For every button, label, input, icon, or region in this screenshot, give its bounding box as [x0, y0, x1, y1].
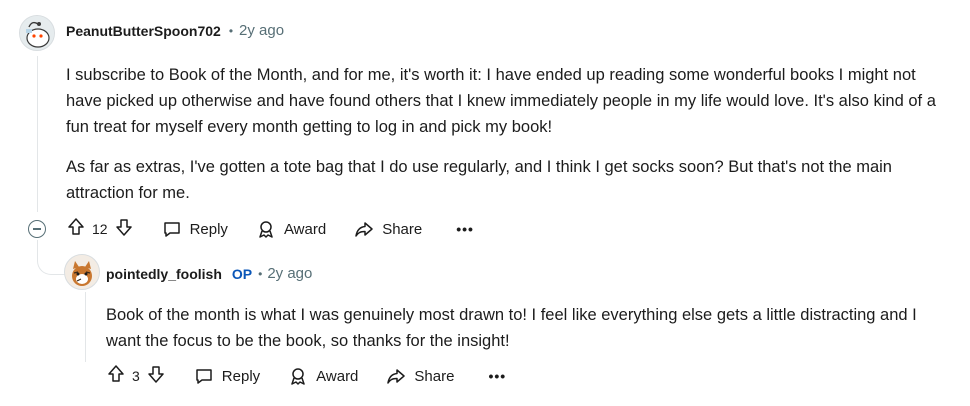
reply-timestamp[interactable]: 2y ago: [267, 265, 312, 282]
reply-award-button[interactable]: Award: [288, 366, 358, 386]
timestamp[interactable]: 2y ago: [239, 22, 284, 39]
meta-separator: •: [258, 266, 263, 281]
reply-vote-count: 3: [132, 368, 140, 384]
upvote-icon[interactable]: [66, 217, 86, 241]
meta-separator: •: [228, 23, 234, 38]
award-label: Award: [316, 367, 359, 385]
reply-header: pointedly_foolish OP • 2y ago: [106, 265, 312, 282]
username[interactable]: PeanutButterSpoon702: [66, 23, 221, 39]
op-badge: OP: [231, 265, 253, 282]
comment-body: I subscribe to Book of the Month, and fo…: [66, 62, 956, 220]
share-label: Share: [382, 220, 423, 238]
downvote-icon[interactable]: [114, 217, 134, 241]
upvote-icon[interactable]: [106, 364, 126, 388]
reply-label: Reply: [221, 367, 261, 385]
reply-share-button[interactable]: Share: [386, 366, 454, 386]
vote-count: 12: [92, 221, 108, 237]
collapse-button[interactable]: [28, 220, 46, 238]
reply-label: Reply: [189, 220, 228, 238]
share-label: Share: [414, 367, 455, 385]
reply-thread-line: [85, 292, 86, 362]
comment-paragraph: I subscribe to Book of the Month, and fo…: [66, 66, 936, 136]
reply-username[interactable]: pointedly_foolish: [106, 266, 222, 282]
reply-avatar[interactable]: [64, 254, 100, 290]
reply-button[interactable]: Reply: [162, 219, 228, 239]
share-icon: [387, 369, 406, 384]
more-options-icon[interactable]: •••: [488, 368, 506, 384]
award-button[interactable]: Award: [256, 219, 326, 239]
downvote-icon[interactable]: [146, 364, 166, 388]
reply-paragraph: Book of the month is what I was genuinel…: [106, 306, 917, 350]
comment-icon: [163, 222, 180, 237]
comment-header: PeanutButterSpoon702 • 2y ago: [66, 22, 284, 39]
comment-paragraph: As far as extras, I've gotten a tote bag…: [66, 158, 892, 202]
share-icon: [355, 222, 373, 237]
reply-actions: 3 Reply Award Share •••: [106, 361, 506, 391]
more-options-icon[interactable]: •••: [456, 221, 474, 237]
share-button[interactable]: Share: [354, 219, 422, 239]
award-label: Award: [283, 220, 327, 238]
reply-reply-button[interactable]: Reply: [194, 366, 260, 386]
thread-line: [37, 56, 38, 212]
award-icon: [291, 368, 305, 385]
vote-controls: 12: [66, 217, 134, 241]
comment-actions: 12 Reply Award Share •••: [66, 214, 474, 244]
award-icon: [259, 221, 273, 238]
avatar[interactable]: [19, 15, 55, 51]
reply-body: Book of the month is what I was genuinel…: [106, 302, 951, 368]
comment-icon: [196, 369, 212, 384]
reply-vote-controls: 3: [106, 364, 166, 388]
